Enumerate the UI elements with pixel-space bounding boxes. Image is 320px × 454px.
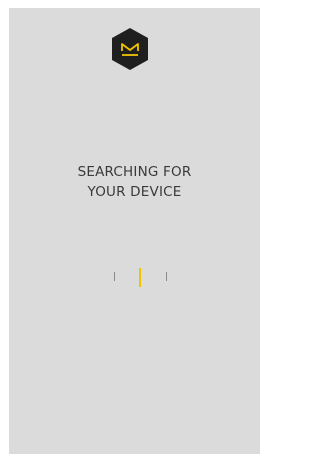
progress-tick-inactive: [166, 272, 167, 281]
hexagon-m-logo-icon: [109, 26, 151, 72]
searching-message-line1: SEARCHING FOR: [77, 164, 192, 180]
progress-tick-inactive: [114, 272, 115, 281]
app-screen: SEARCHING FOR YOUR DEVICE: [9, 8, 260, 454]
searching-progress-indicator: [9, 268, 260, 288]
progress-tick-active: [139, 268, 141, 287]
searching-message: SEARCHING FOR YOUR DEVICE: [9, 162, 260, 202]
searching-message-line2: YOUR DEVICE: [87, 184, 182, 200]
